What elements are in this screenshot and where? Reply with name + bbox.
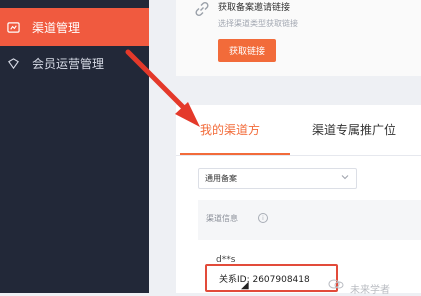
annotation-arrow [125, 49, 200, 127]
watermark-icon [328, 279, 344, 289]
watermark-text: 未来学者 [350, 285, 390, 296]
cursor-icon: ◢ [241, 280, 249, 291]
